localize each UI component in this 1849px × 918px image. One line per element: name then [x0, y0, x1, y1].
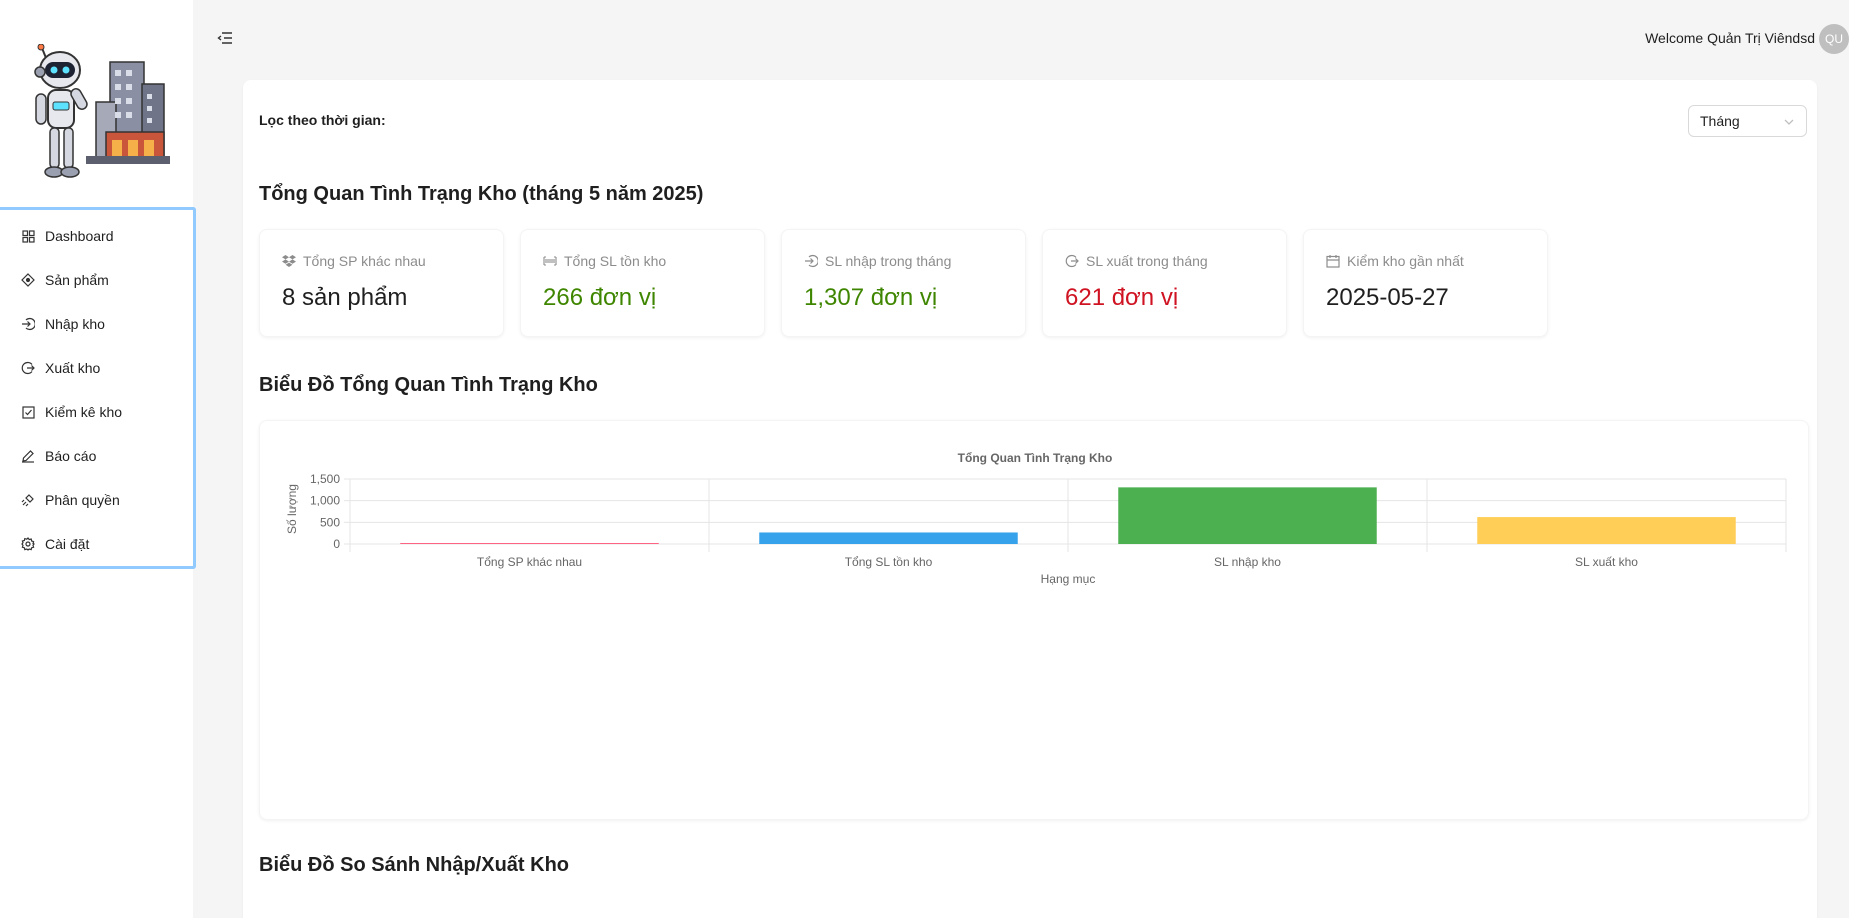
- sidebar-item-label: Dashboard: [45, 228, 114, 244]
- sidebar-item-import[interactable]: Nhập kho: [0, 304, 190, 344]
- chart-bar[interactable]: [400, 543, 659, 544]
- sidebar: Dashboard Sản phẩm Nhập kho Xuất kho Kiể…: [0, 0, 196, 918]
- overview-chart-card: Tổng Quan Tình Trạng Kho Số lượng Hạng m…: [259, 420, 1809, 820]
- product-icon: [21, 273, 35, 287]
- sidebar-item-settings[interactable]: Cài đặt: [0, 524, 190, 564]
- compare-section-title: Biểu Đồ So Sánh Nhập/Xuất Kho: [259, 854, 570, 876]
- top-bar: Welcome Quản Trị Viêndsd QU: [193, 0, 1849, 76]
- sidebar-item-label: Cài đặt: [45, 536, 90, 552]
- avatar[interactable]: QU: [1819, 24, 1849, 54]
- main-area: Welcome Quản Trị Viêndsd QU Lọc theo thờ…: [193, 0, 1849, 918]
- overview-title: Tổng Quan Tình Trạng Kho (tháng 5 năm 20…: [259, 183, 704, 205]
- stat-title: SL nhập trong tháng: [825, 253, 952, 269]
- stat-card-distinct-products: Tổng SP khác nhau 8 sản phẩm: [259, 229, 504, 337]
- chart-y-tick-label: 500: [320, 515, 340, 529]
- import-icon: [21, 317, 35, 331]
- sidebar-item-label: Kiểm kê kho: [45, 404, 123, 420]
- chart-y-tick-label: 0: [333, 537, 340, 551]
- chart-title: Tổng Quan Tình Trạng Kho: [958, 451, 1113, 465]
- filter-label: Lọc theo thời gian:: [259, 112, 386, 128]
- barcode-icon: [543, 254, 557, 268]
- sidebar-item-products[interactable]: Sản phẩm: [0, 260, 190, 300]
- chart-y-tick-label: 1,000: [310, 494, 340, 508]
- chart-y-axis-label: Số lượng: [285, 484, 299, 534]
- chevron-down-icon: [1783, 115, 1795, 127]
- stat-value: 621 đơn vị: [1065, 284, 1179, 311]
- chart-y-tick-label: 1,500: [310, 472, 340, 486]
- sidebar-item-export[interactable]: Xuất kho: [0, 348, 190, 388]
- sidebar-item-label: Phân quyền: [45, 492, 120, 508]
- chart-x-tick-label: SL nhập kho: [1214, 555, 1281, 569]
- login-icon: [804, 254, 818, 268]
- time-filter-select[interactable]: Tháng: [1688, 105, 1807, 137]
- export-icon: [21, 361, 35, 375]
- api-icon: [21, 493, 35, 507]
- stat-value: 1,307 đơn vị: [804, 284, 938, 311]
- stat-title: Tổng SL tồn kho: [564, 253, 667, 269]
- chart-x-axis-label: Hạng mục: [1041, 572, 1096, 586]
- calendar-icon: [1326, 254, 1340, 268]
- logout-icon: [1065, 254, 1079, 268]
- edit-icon: [21, 449, 35, 463]
- chart-section-title: Biểu Đồ Tổng Quan Tình Trạng Kho: [259, 374, 598, 396]
- welcome-text: Welcome Quản Trị Viêndsd: [1645, 30, 1815, 46]
- check-square-icon: [21, 405, 35, 419]
- chart-bar[interactable]: [1477, 517, 1736, 544]
- stat-value: 266 đơn vị: [543, 284, 657, 311]
- dropbox-icon: [282, 254, 296, 268]
- stat-title: Kiểm kho gần nhất: [1347, 253, 1464, 269]
- stat-card-last-check: Kiểm kho gần nhất 2025-05-27: [1303, 229, 1548, 337]
- dashboard-icon: [21, 229, 35, 243]
- sidebar-item-permissions[interactable]: Phân quyền: [0, 480, 190, 520]
- sidebar-item-inventory-check[interactable]: Kiểm kê kho: [0, 392, 190, 432]
- sidebar-item-label: Sản phẩm: [45, 272, 109, 288]
- chart-x-tick-label: Tổng SL tồn kho: [845, 555, 933, 569]
- gear-icon: [21, 537, 35, 551]
- time-filter-value: Tháng: [1700, 113, 1740, 129]
- sidebar-item-label: Xuất kho: [45, 360, 101, 376]
- sidebar-item-reports[interactable]: Báo cáo: [0, 436, 190, 476]
- chart-x-tick-label: SL xuất kho: [1575, 555, 1638, 569]
- chart-bar[interactable]: [759, 532, 1018, 544]
- chart-bar[interactable]: [1118, 487, 1377, 544]
- stat-title: Tổng SP khác nhau: [303, 253, 426, 269]
- dashboard-content: Lọc theo thời gian: Tháng Tổng Quan Tình…: [243, 80, 1817, 918]
- stat-value: 8 sản phẩm: [282, 284, 408, 311]
- stat-value: 2025-05-27: [1326, 284, 1449, 311]
- stat-card-monthly-import: SL nhập trong tháng 1,307 đơn vị: [781, 229, 1026, 337]
- sidebar-item-label: Nhập kho: [45, 316, 105, 332]
- sidebar-item-label: Báo cáo: [45, 448, 97, 464]
- chart-x-tick-label: Tổng SP khác nhau: [477, 555, 582, 569]
- overview-bar-chart: Tổng Quan Tình Trạng Kho Số lượng Hạng m…: [285, 451, 1787, 586]
- robot-warehouse-logo: [34, 44, 170, 178]
- stat-card-total-stock: Tổng SL tồn kho 266 đơn vị: [520, 229, 765, 337]
- stat-title: SL xuất trong tháng: [1086, 253, 1208, 269]
- menu-fold-icon[interactable]: [217, 30, 233, 46]
- sidebar-menu: Dashboard Sản phẩm Nhập kho Xuất kho Kiể…: [0, 207, 196, 569]
- stat-card-monthly-export: SL xuất trong tháng 621 đơn vị: [1042, 229, 1287, 337]
- sidebar-item-dashboard[interactable]: Dashboard: [0, 216, 190, 256]
